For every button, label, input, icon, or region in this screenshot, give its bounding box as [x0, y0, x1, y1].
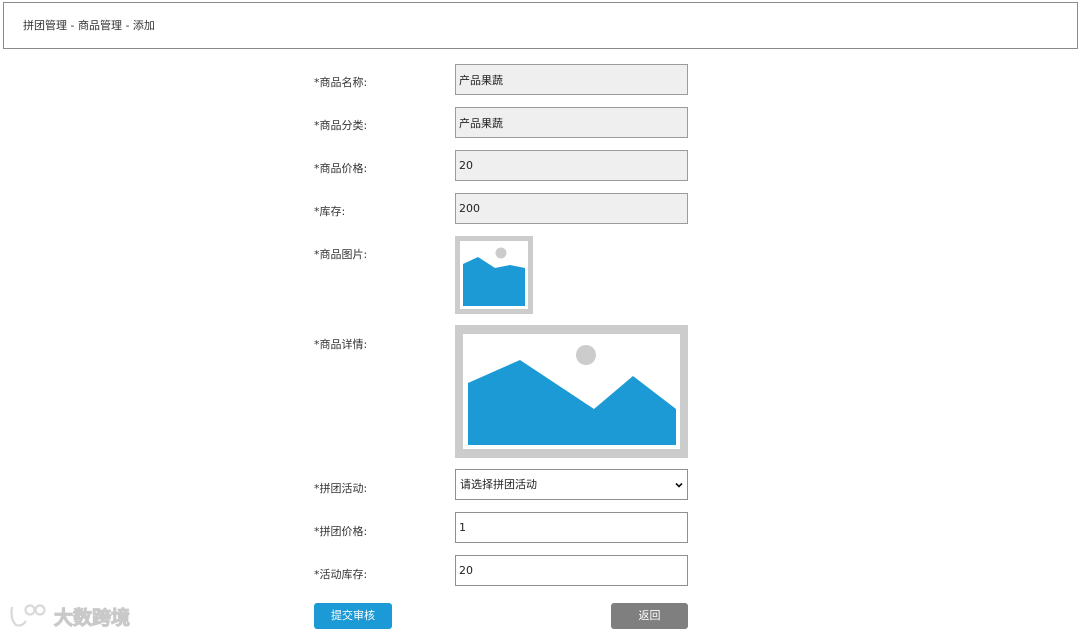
activity-stock-label: *活动库存: — [314, 568, 368, 581]
breadcrumb: 拼团管理 - 商品管理 - 添加 — [3, 2, 1078, 49]
group-price-label: *拼团价格: — [314, 525, 368, 538]
image-placeholder-icon — [455, 236, 533, 314]
svg-text:大数跨境: 大数跨境 — [54, 606, 130, 629]
chevron-down-icon — [673, 470, 685, 499]
product-category-field[interactable] — [455, 107, 688, 138]
group-activity-label: *拼团活动: — [314, 482, 368, 495]
product-category-label: *商品分类: — [314, 119, 368, 132]
product-name-field[interactable] — [455, 64, 688, 95]
group-activity-select[interactable]: 请选择拼团活动 — [455, 469, 688, 500]
product-name-label: *商品名称: — [314, 76, 368, 89]
back-button[interactable]: 返回 — [611, 603, 688, 629]
group-activity-selected: 请选择拼团活动 — [460, 478, 537, 491]
product-price-field[interactable] — [455, 150, 688, 181]
watermark-logo-icon: 大数跨境 — [10, 604, 131, 630]
product-detail-upload[interactable] — [455, 325, 688, 458]
watermark-logo: 大数跨境 — [8, 601, 143, 631]
image-placeholder-icon — [455, 325, 688, 458]
group-price-field[interactable] — [455, 512, 688, 543]
product-image-label: *商品图片: — [314, 248, 368, 261]
product-image-upload[interactable] — [455, 236, 533, 314]
product-detail-label: *商品详情: — [314, 338, 368, 351]
submit-review-button[interactable]: 提交审核 — [314, 603, 392, 629]
product-price-label: *商品价格: — [314, 162, 368, 175]
stock-field[interactable] — [455, 193, 688, 224]
stock-label: *库存: — [314, 205, 346, 218]
activity-stock-field[interactable] — [455, 555, 688, 586]
